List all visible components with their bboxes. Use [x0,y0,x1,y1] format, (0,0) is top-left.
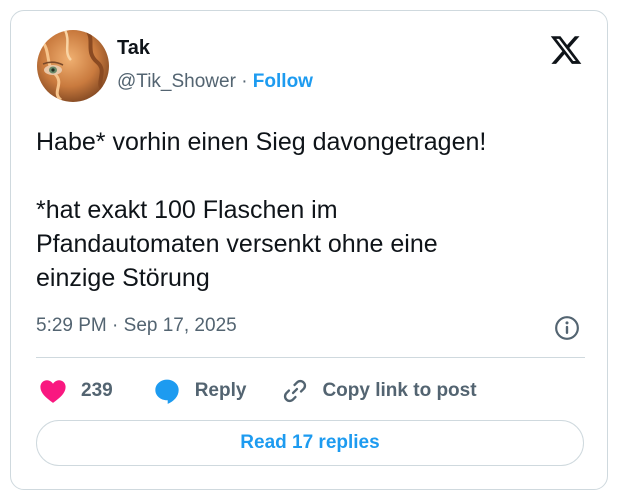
tweet-line: *hat exakt 100 Flaschen im [36,196,338,224]
heart-icon [40,380,66,403]
author-handle-row: @Tik_Shower · Follow [117,71,313,93]
tweet-time: 5:29 PM [36,315,107,336]
link-icon [284,379,307,403]
x-logo-icon[interactable] [549,33,583,67]
avatar-image [37,30,109,102]
reply-button[interactable]: Reply [153,377,247,405]
tweet-line: Pfandautomaten versenkt ohne eine [36,230,438,258]
info-icon[interactable] [554,315,580,341]
tweet-line: Habe* vorhin einen Sieg davongetragen! [36,128,487,156]
read-replies-button[interactable]: Read 17 replies [36,420,584,466]
copy-link-button[interactable]: Copy link to post [282,378,477,404]
speech-bubble-icon [155,379,179,404]
author-handle[interactable]: @Tik_Shower [117,71,236,92]
reply-label: Reply [194,380,247,401]
handle-separator: · [241,71,248,92]
tweet-embed-card: Tak @Tik_Shower · Follow Habe* vorhin ei… [10,10,608,490]
tweet-timestamp[interactable]: 5:29 PM · Sep 17, 2025 [36,315,237,337]
divider [36,357,585,358]
tweet-date: Sep 17, 2025 [123,315,237,336]
timestamp-separator: · [112,315,119,336]
like-count: 239 [81,380,113,401]
copy-link-label: Copy link to post [322,380,477,401]
action-bar: 239 Reply Copy link to post [39,373,477,409]
author-name[interactable]: Tak [117,37,150,60]
avatar[interactable] [37,30,109,102]
like-button[interactable]: 239 [39,378,113,404]
follow-link[interactable]: Follow [253,71,313,92]
tweet-line: einzige Störung [36,264,210,292]
tweet-text: Habe* vorhin einen Sieg davongetragen! *… [36,125,596,295]
